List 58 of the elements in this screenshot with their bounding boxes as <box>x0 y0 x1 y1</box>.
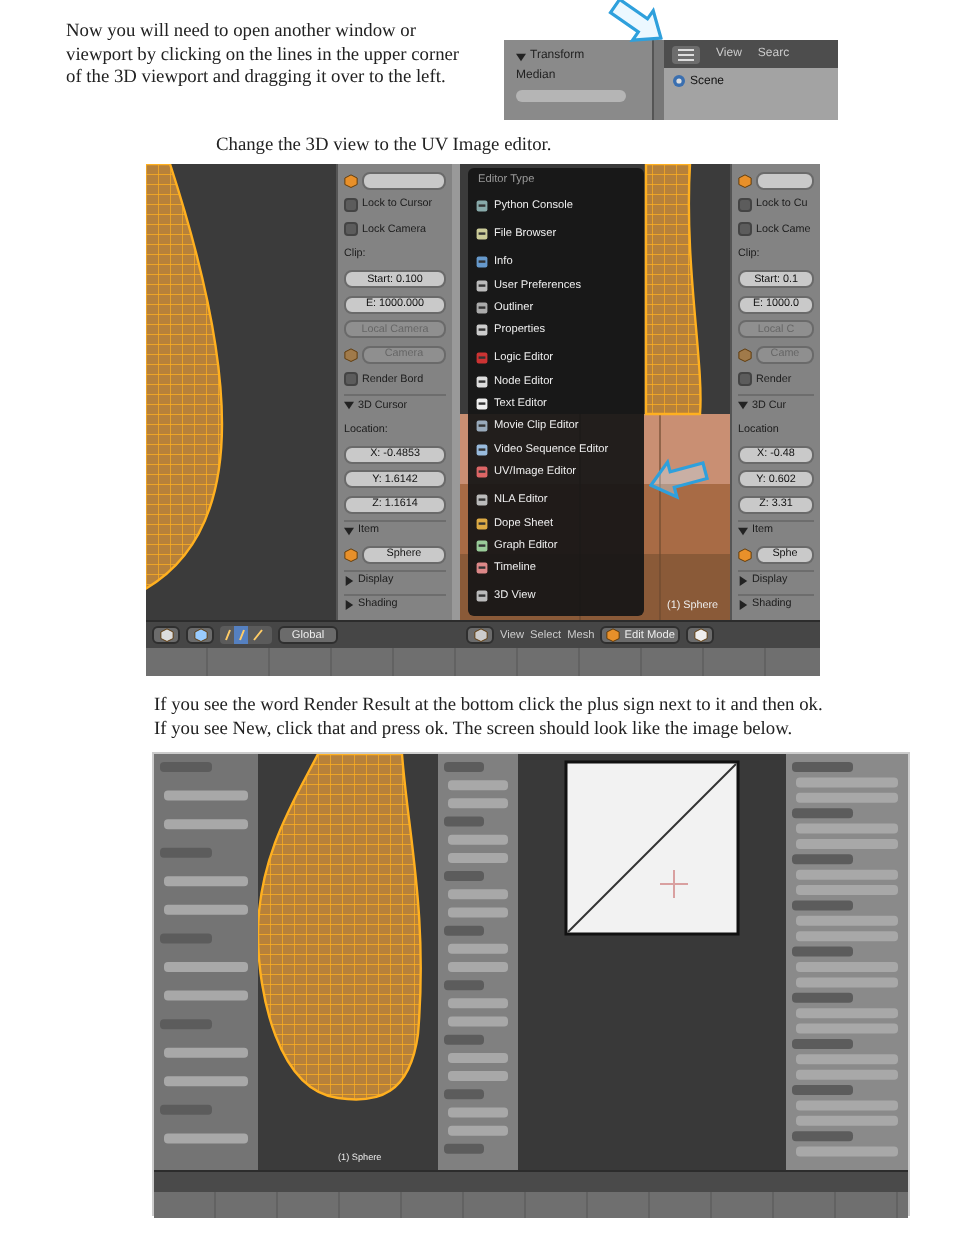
checkbox[interactable] <box>344 372 358 387</box>
collapse-triangle-icon <box>738 400 748 411</box>
editor-icon <box>476 517 488 529</box>
dropdown-button[interactable] <box>152 626 180 644</box>
editor-icon <box>476 301 488 314</box>
checkbox[interactable] <box>344 222 358 237</box>
cube-icon <box>473 628 487 642</box>
caption: Change the 3D view to the UV Image editor. <box>216 136 554 156</box>
editor-type-button[interactable] <box>466 626 494 644</box>
expand-triangle-icon <box>738 575 748 585</box>
cube-icon <box>738 173 752 187</box>
cube-icon <box>738 547 752 562</box>
checkbox[interactable] <box>738 197 752 212</box>
editor-icon <box>476 494 488 507</box>
collapse-triangle-icon <box>344 525 354 536</box>
editor-type-icon[interactable] <box>672 45 700 63</box>
collapse-triangle-icon <box>516 51 526 61</box>
instruction-line: If you see New, click that and press ok. The screen should look like the image below. <box>154 719 795 742</box>
instruction-paragraph: Now you will need to open another window or viewport by clicking on the lines in the upper corner of the 3D viewport and dragging it over to the left. <box>66 22 460 91</box>
instruction-line: If you see the word Render Result at the bottom click the plus sign next to it and then ok. <box>154 696 825 719</box>
value-field[interactable] <box>362 171 446 189</box>
editor-icon <box>476 539 488 552</box>
cube-icon <box>738 347 752 362</box>
collapse-triangle-icon <box>344 400 354 411</box>
editor-icon <box>476 562 488 575</box>
editor-icon <box>476 375 488 388</box>
value-field[interactable] <box>756 171 814 189</box>
editor-icon <box>476 352 488 365</box>
editor-icon <box>476 256 488 269</box>
editor-icon <box>476 465 488 478</box>
editor-icon <box>476 398 488 411</box>
area-split-handle[interactable] <box>652 40 664 120</box>
editor-icon <box>476 279 488 292</box>
editor-icon <box>476 227 488 240</box>
editor-icon <box>476 443 488 456</box>
cube-icon <box>159 628 173 642</box>
editor-icon <box>476 590 488 603</box>
cube-icon <box>344 173 358 187</box>
cube-icon <box>344 547 358 562</box>
value-field[interactable] <box>516 90 626 102</box>
expand-triangle-icon <box>344 599 354 610</box>
editor-icon <box>476 199 488 212</box>
cube-icon <box>344 347 358 362</box>
dropdown-button[interactable] <box>686 626 715 644</box>
checkbox[interactable] <box>738 222 752 237</box>
cube-icon <box>193 628 207 642</box>
editor-icon <box>476 324 488 337</box>
editor-icon <box>476 420 488 433</box>
scene-icon <box>672 74 686 88</box>
checkbox[interactable] <box>344 197 358 212</box>
expand-triangle-icon <box>344 575 354 585</box>
cube-icon <box>693 628 708 642</box>
checkbox[interactable] <box>738 372 752 387</box>
transform-manipulator-icon[interactable] <box>220 626 272 644</box>
collapse-triangle-icon <box>738 525 748 536</box>
cube-icon <box>606 628 621 642</box>
expand-triangle-icon <box>738 599 748 610</box>
dropdown-button[interactable] <box>186 626 214 644</box>
